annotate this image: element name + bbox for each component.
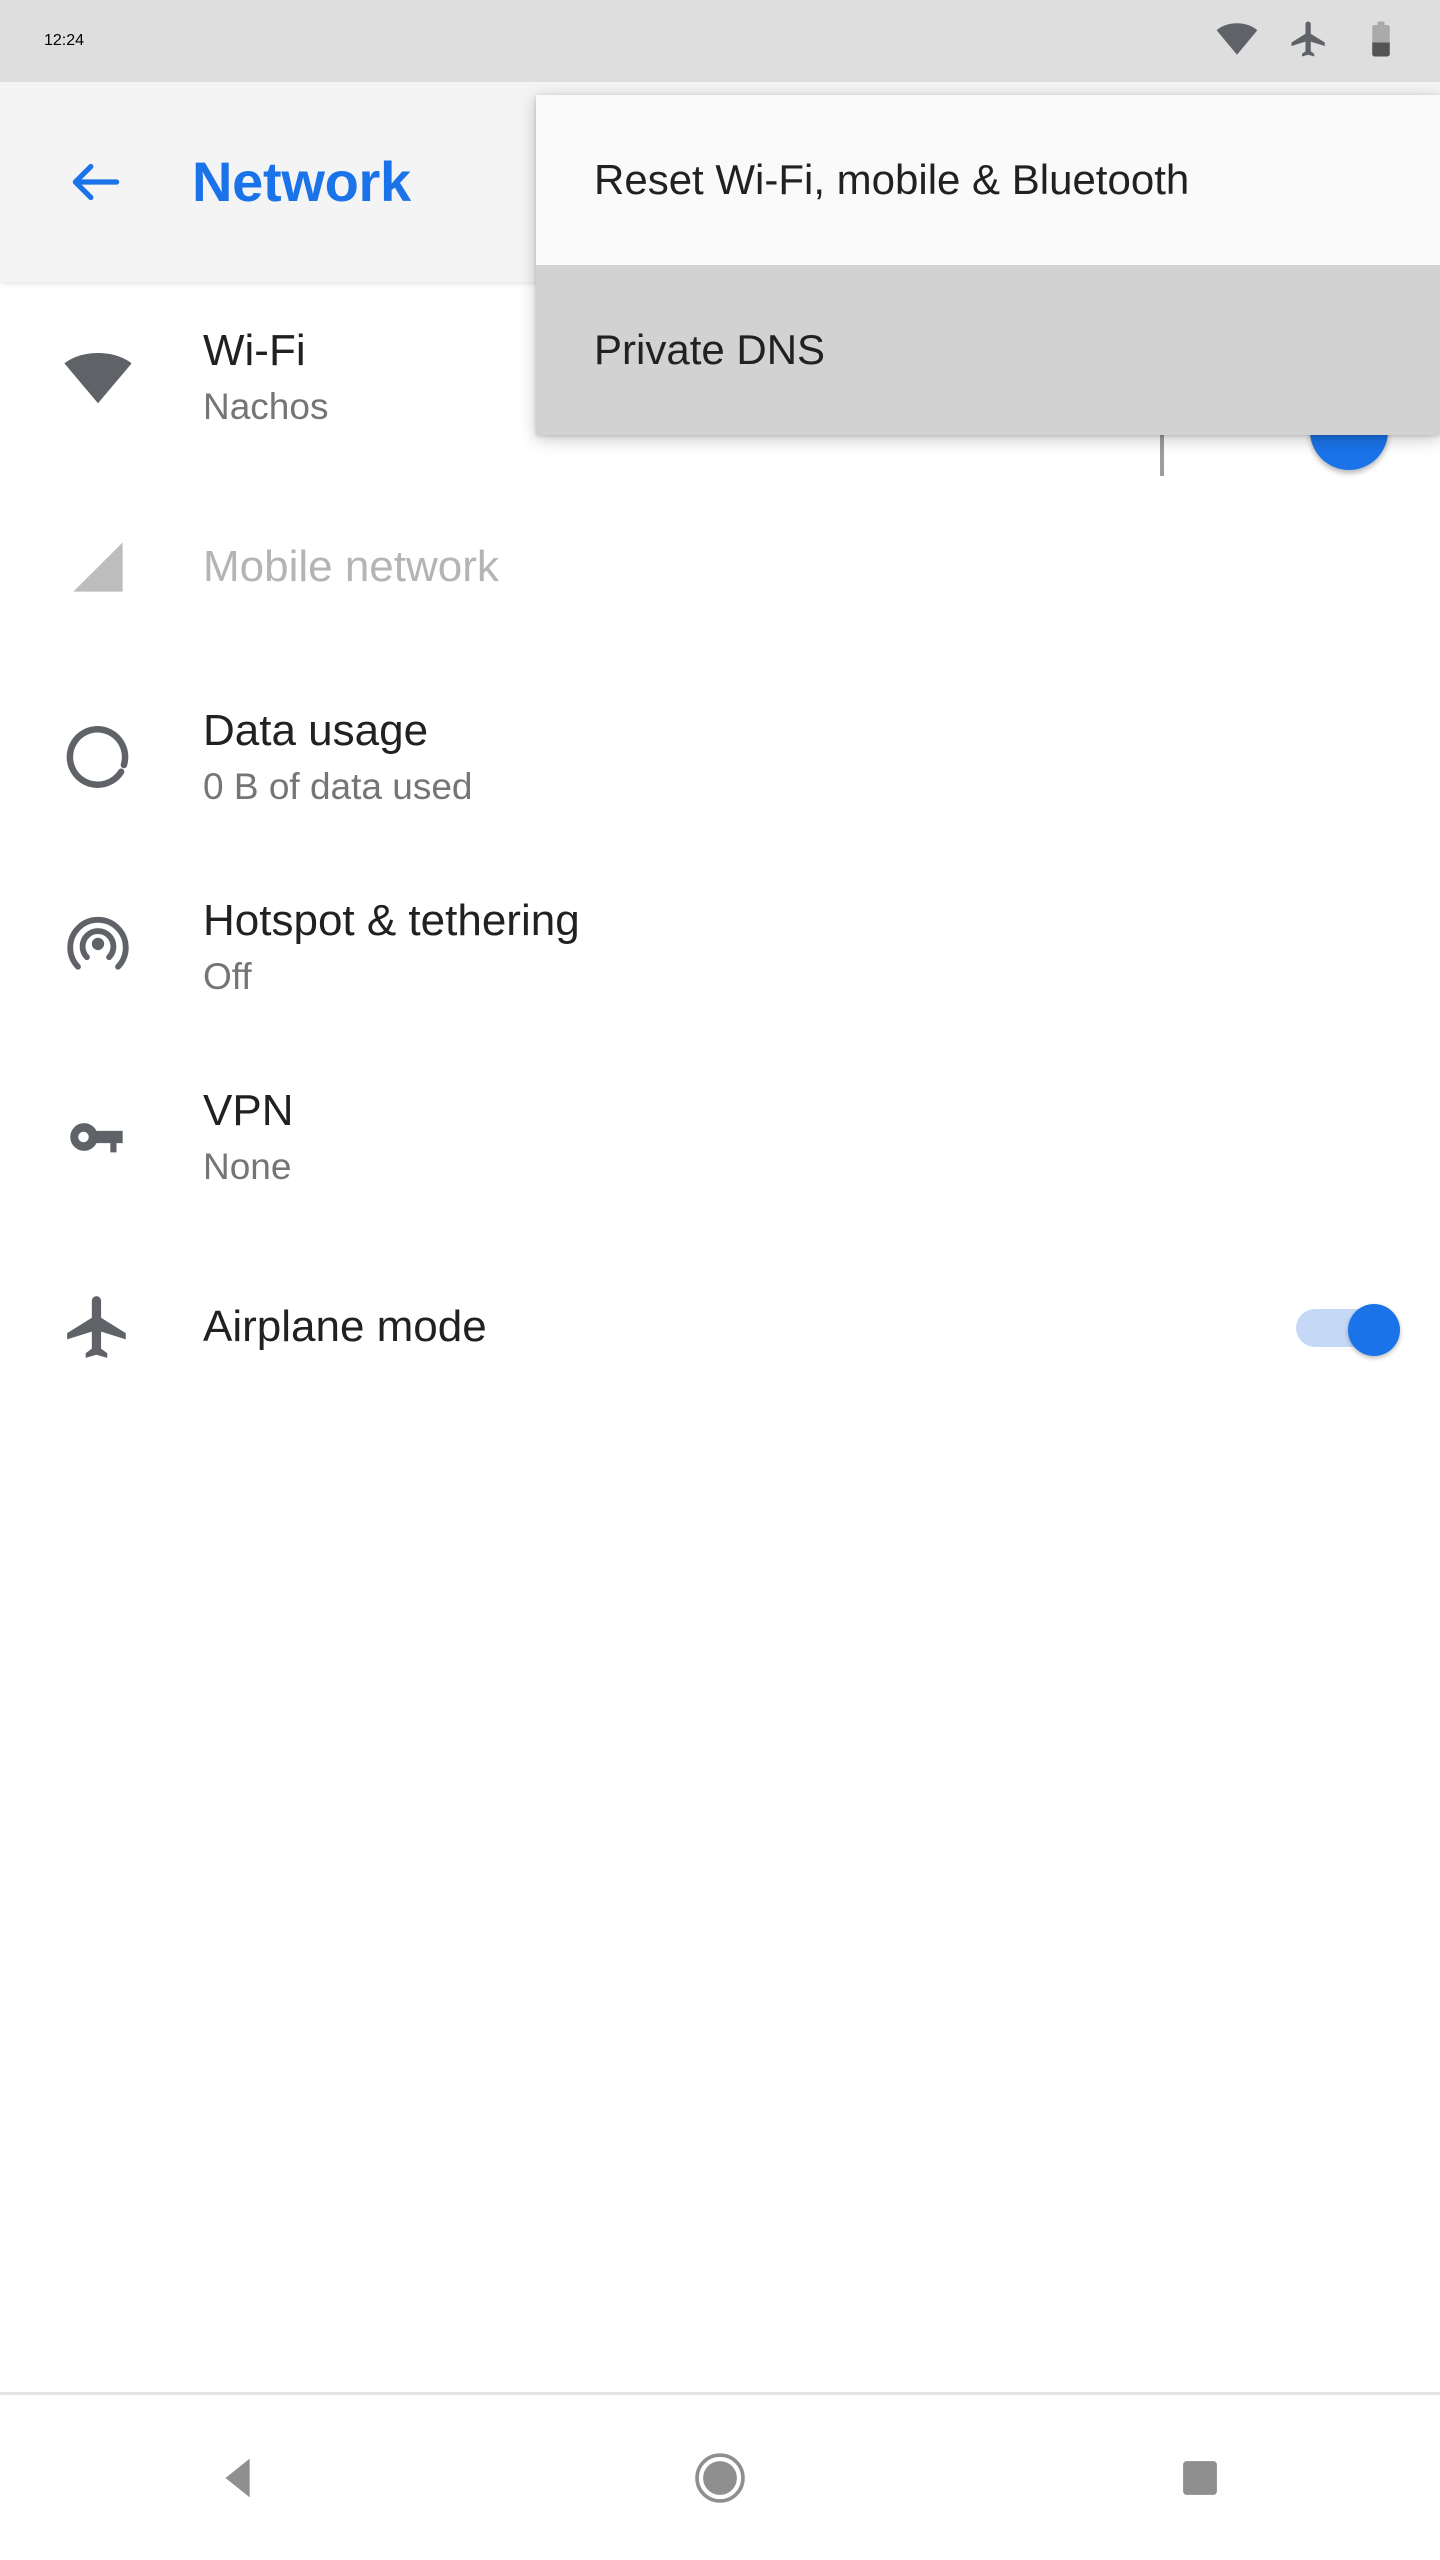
- settings-row-title: Mobile network: [203, 542, 499, 592]
- menu-item-private-dns[interactable]: Private DNS: [536, 265, 1440, 435]
- page-title: Network: [192, 150, 411, 213]
- airplane-mode-icon: [1288, 18, 1330, 65]
- airplane-mode-toggle[interactable]: [1296, 1304, 1400, 1356]
- data-usage-icon: [48, 720, 148, 794]
- settings-row-subtitle: None: [203, 1145, 292, 1187]
- nav-home-button[interactable]: [610, 2395, 830, 2560]
- nav-back-button[interactable]: [130, 2395, 350, 2560]
- nav-back-triangle-icon: [225, 2458, 250, 2497]
- settings-row-subtitle: 0 B of data used: [203, 765, 473, 807]
- status-bar-clock: 12:24: [44, 32, 85, 49]
- settings-row-text: Data usage 0 B of data used: [203, 705, 1260, 809]
- nav-home-circle-icon: [695, 2452, 745, 2503]
- overflow-popup-menu: Reset Wi-Fi, mobile & Bluetooth Private …: [536, 95, 1440, 435]
- arrow-back-icon: [72, 163, 120, 201]
- signal-cellular-icon: [48, 530, 148, 604]
- toggle-thumb: [1348, 1304, 1400, 1356]
- settings-row-text: Mobile network: [203, 541, 1260, 593]
- settings-row-text: Airplane mode: [203, 1301, 1260, 1353]
- settings-row-title: Data usage: [203, 705, 429, 755]
- settings-row-subtitle: Off: [203, 955, 252, 997]
- system-nav-bar: [0, 2395, 1440, 2560]
- menu-item-reset-network[interactable]: Reset Wi-Fi, mobile & Bluetooth: [536, 95, 1440, 265]
- settings-row-mobile-network[interactable]: Mobile network: [0, 472, 1440, 662]
- settings-row-title: Airplane mode: [203, 1302, 487, 1352]
- settings-list: Wi-Fi Nachos Mobile network Data usage 0…: [0, 282, 1440, 1422]
- vpn-key-icon: [48, 1100, 148, 1174]
- status-bar-icons: [1216, 18, 1402, 65]
- settings-row-vpn[interactable]: VPN None: [0, 1042, 1440, 1232]
- settings-row-accessory: [1260, 1304, 1400, 1356]
- hotspot-tethering-icon: [48, 910, 148, 984]
- wifi-icon: [48, 340, 148, 414]
- wifi-row-divider-fragment: [1160, 432, 1164, 476]
- settings-row-title: VPN: [203, 1085, 294, 1135]
- wifi-icon: [1216, 18, 1258, 65]
- airplane-mode-icon: [48, 1290, 148, 1364]
- back-button[interactable]: [48, 134, 144, 230]
- settings-row-title: Hotspot & tethering: [203, 895, 580, 945]
- status-bar: 12:24: [0, 0, 1440, 82]
- settings-row-hotspot-tethering[interactable]: Hotspot & tethering Off: [0, 852, 1440, 1042]
- phone-screen: 12:24 Network Wi-Fi Nachos Mobile networ…: [0, 0, 1440, 2560]
- battery-icon: [1360, 18, 1402, 65]
- settings-row-data-usage[interactable]: Data usage 0 B of data used: [0, 662, 1440, 852]
- nav-recents-button[interactable]: [1090, 2395, 1310, 2560]
- settings-row-airplane-mode[interactable]: Airplane mode: [0, 1232, 1440, 1422]
- nav-recents-square-icon: [1183, 2460, 1217, 2495]
- settings-row-text: VPN None: [203, 1085, 1260, 1189]
- settings-row-text: Hotspot & tethering Off: [203, 895, 1260, 999]
